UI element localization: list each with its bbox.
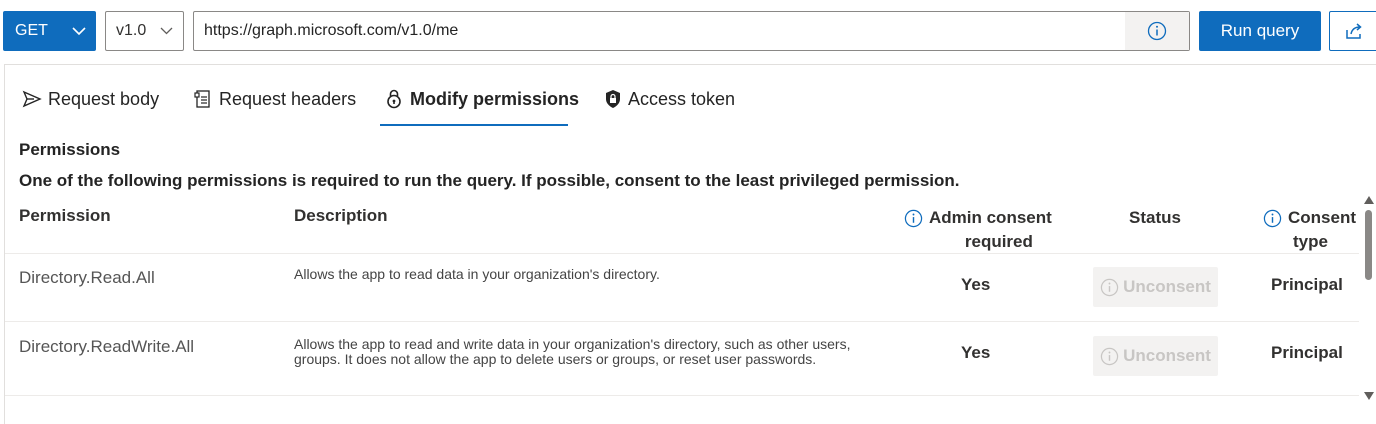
permission-description: Allows the app to read and write data in… bbox=[294, 336, 851, 367]
consent-type-value: Principal bbox=[1271, 275, 1343, 294]
tab-request-headers[interactable]: Request headers bbox=[193, 84, 356, 126]
scroll-up-arrow-icon[interactable] bbox=[1364, 196, 1374, 204]
http-method-label: GET bbox=[15, 22, 48, 39]
active-tab-indicator bbox=[380, 124, 568, 126]
unconsent-label: Unconsent bbox=[1123, 277, 1211, 296]
info-icon bbox=[1100, 278, 1119, 296]
column-header-description[interactable]: Description bbox=[294, 206, 388, 226]
tab-access-token[interactable]: Access token bbox=[604, 84, 735, 126]
permissions-description: One of the following permissions is requ… bbox=[19, 171, 960, 190]
permission-name: Directory.ReadWrite.All bbox=[19, 337, 195, 356]
url-info-button[interactable] bbox=[1125, 12, 1189, 50]
permission-description: Allows the app to read data in your orga… bbox=[294, 266, 660, 282]
tab-label: Request body bbox=[48, 88, 160, 109]
info-icon[interactable] bbox=[1263, 209, 1282, 228]
share-button[interactable] bbox=[1329, 11, 1376, 51]
info-icon bbox=[1147, 21, 1167, 41]
send-icon bbox=[22, 90, 42, 108]
version-label: v1.0 bbox=[116, 22, 147, 39]
admin-consent-value: Yes bbox=[961, 275, 991, 294]
consent-type-value: Principal bbox=[1271, 343, 1343, 362]
tab-label: Access token bbox=[628, 88, 736, 109]
run-query-button[interactable]: Run query bbox=[1199, 11, 1321, 51]
unconsent-label: Unconsent bbox=[1123, 346, 1211, 365]
row-divider bbox=[5, 321, 1359, 322]
document-icon bbox=[194, 90, 210, 108]
tab-modify-permissions[interactable]: Modify permissions bbox=[384, 84, 579, 126]
shield-lock-icon bbox=[606, 90, 620, 108]
permissions-heading: Permissions bbox=[19, 140, 121, 159]
tab-label: Request headers bbox=[219, 88, 357, 109]
chevron-down-icon bbox=[72, 26, 86, 35]
column-header-label: type bbox=[1293, 232, 1328, 251]
column-header-status[interactable]: Status bbox=[1129, 208, 1181, 228]
scrollbar-thumb[interactable] bbox=[1365, 210, 1372, 280]
version-dropdown[interactable]: v1.0 bbox=[105, 11, 184, 51]
unconsent-button[interactable]: Unconsent bbox=[1093, 267, 1218, 307]
scroll-down-arrow-icon[interactable] bbox=[1364, 392, 1374, 400]
url-input[interactable] bbox=[194, 12, 1125, 50]
unconsent-button[interactable]: Unconsent bbox=[1093, 336, 1218, 376]
share-icon bbox=[1346, 23, 1362, 39]
info-icon bbox=[1100, 347, 1119, 365]
lock-icon bbox=[387, 89, 401, 109]
column-header-admin-consent[interactable]: Admin consent required bbox=[904, 208, 1052, 252]
admin-consent-value: Yes bbox=[961, 343, 991, 362]
tab-request-body[interactable]: Request body bbox=[22, 84, 159, 126]
chevron-down-icon bbox=[160, 27, 173, 35]
column-header-label: Consent bbox=[1288, 208, 1356, 227]
url-field bbox=[193, 11, 1190, 51]
permission-name: Directory.Read.All bbox=[19, 268, 155, 287]
column-header-label: Admin consent bbox=[929, 208, 1052, 227]
http-method-dropdown[interactable]: GET bbox=[3, 11, 96, 51]
row-divider bbox=[5, 395, 1359, 396]
column-header-permission[interactable]: Permission bbox=[19, 206, 111, 226]
row-divider bbox=[5, 253, 1359, 254]
info-icon[interactable] bbox=[904, 209, 923, 228]
column-header-label: required bbox=[964, 232, 1033, 251]
column-header-consent-type[interactable]: Consent type bbox=[1263, 208, 1356, 252]
tab-label: Modify permissions bbox=[410, 88, 580, 109]
